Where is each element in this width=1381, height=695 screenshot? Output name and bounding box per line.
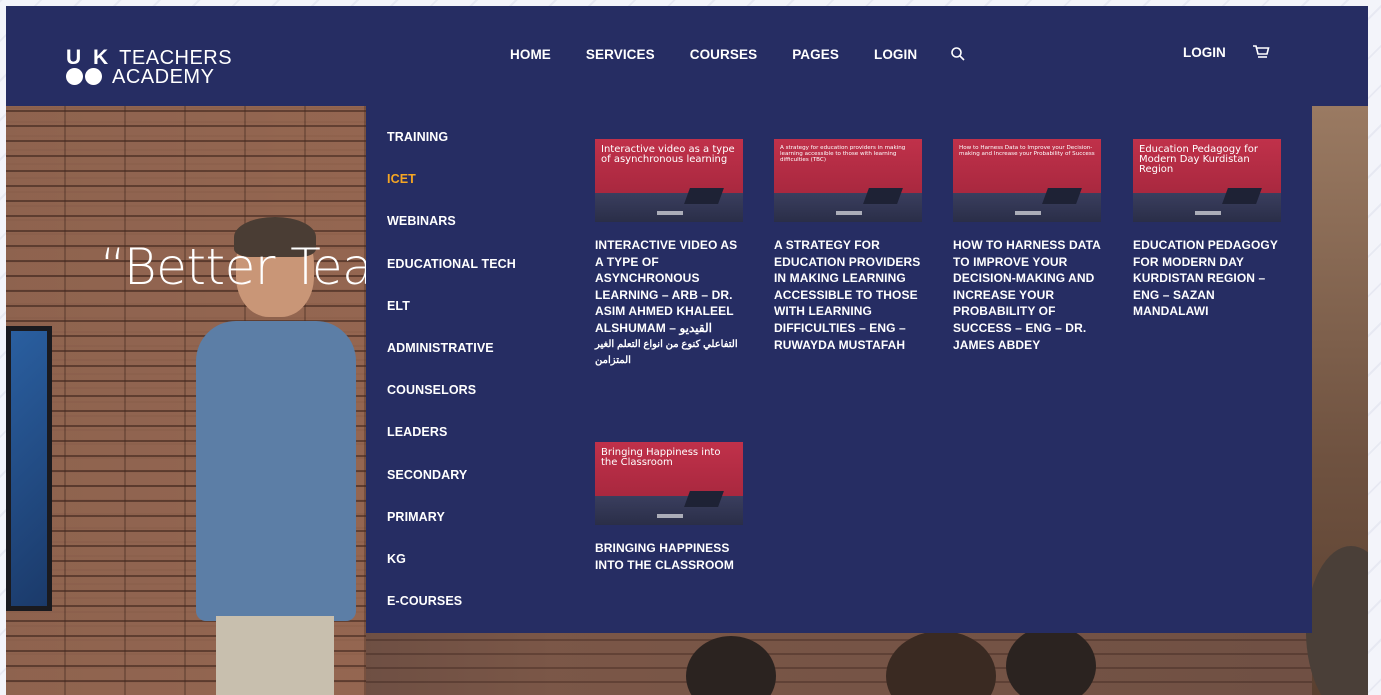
category-e-courses[interactable]: E-COURSES (387, 594, 516, 636)
course-title-link[interactable]: BRINGING HAPPINESS INTO THE CLASSROOM (595, 540, 743, 573)
hero-tv-screen (6, 326, 52, 611)
logo-dots-icon (66, 68, 104, 85)
course-title-text: INTERACTIVE VIDEO AS A TYPE OF ASYNCHRON… (595, 238, 738, 335)
category-elt[interactable]: ELT (387, 299, 516, 341)
course-card[interactable]: How to Harness Data to Improve your Deci… (953, 139, 1101, 353)
main-nav: HOME SERVICES COURSES PAGES LOGIN (510, 46, 966, 62)
course-thumbnail[interactable]: A strategy for education providers in ma… (774, 139, 922, 222)
category-primary[interactable]: PRIMARY (387, 510, 516, 552)
course-thumbnail[interactable]: Interactive video as a type of asynchron… (595, 139, 743, 222)
course-thumbnail[interactable]: How to Harness Data to Improve your Deci… (953, 139, 1101, 222)
logo-academy-text: ACADEMY (112, 65, 215, 88)
category-educational-tech[interactable]: EDUCATIONAL TECH (387, 257, 516, 299)
nav-home[interactable]: HOME (510, 47, 551, 62)
nav-courses[interactable]: COURSES (690, 47, 757, 62)
category-counselors[interactable]: COUNSELORS (387, 383, 516, 425)
category-kg[interactable]: KG (387, 552, 516, 594)
nav-pages[interactable]: PAGES (792, 47, 839, 62)
header-actions: LOGIN (1183, 44, 1270, 60)
course-card[interactable]: Interactive video as a type of asynchron… (595, 139, 743, 369)
courses-mega-menu: TRAINING ICET WEBINARS EDUCATIONAL TECH … (366, 106, 1312, 633)
cart-icon[interactable] (1252, 44, 1270, 60)
course-thumbnail-text: Bringing Happiness into the Classroom (601, 447, 721, 468)
search-icon[interactable] (950, 46, 966, 62)
category-leaders[interactable]: LEADERS (387, 425, 516, 467)
category-secondary[interactable]: SECONDARY (387, 468, 516, 510)
category-administrative[interactable]: ADMINISTRATIVE (387, 341, 516, 383)
logo-uk-text: U K (66, 45, 112, 69)
site-logo[interactable]: U K TEACHERS ACADEMY (66, 45, 233, 88)
course-thumbnail-text: Education Pedagogy for Modern Day Kurdis… (1139, 144, 1258, 175)
category-list: TRAINING ICET WEBINARS EDUCATIONAL TECH … (387, 130, 516, 636)
course-thumbnail[interactable]: Bringing Happiness into the Classroom (595, 442, 743, 525)
category-training[interactable]: TRAINING (387, 130, 516, 172)
site: “Better Tea U K TEACHERS ACADEMY HOME SE… (6, 6, 1368, 695)
course-title-link[interactable]: EDUCATION PEDAGOGY FOR MODERN DAY KURDIS… (1133, 237, 1281, 320)
site-header: U K TEACHERS ACADEMY HOME SERVICES COURS… (6, 6, 1368, 106)
course-thumbnail[interactable]: Education Pedagogy for Modern Day Kurdis… (1133, 139, 1281, 222)
course-thumbnail-text: How to Harness Data to Improve your Deci… (959, 145, 1095, 157)
course-title-link[interactable]: A STRATEGY FOR EDUCATION PROVIDERS IN MA… (774, 237, 922, 353)
hero-headline: “Better Tea (100, 238, 373, 296)
course-thumbnail-text: Interactive video as a type of asynchron… (601, 144, 735, 165)
nav-services[interactable]: SERVICES (586, 47, 655, 62)
category-webinars[interactable]: WEBINARS (387, 214, 516, 256)
audience-head (886, 631, 996, 695)
course-title-link[interactable]: HOW TO HARNESS DATA TO IMPROVE YOUR DECI… (953, 237, 1101, 353)
course-card[interactable]: Education Pedagogy for Modern Day Kurdis… (1133, 139, 1281, 320)
header-login-link[interactable]: LOGIN (1183, 45, 1226, 60)
course-title-arabic: التفاعلي كنوع من انواع التعلم الغير المت… (595, 338, 738, 366)
audience-head (1006, 626, 1096, 695)
course-card[interactable]: A strategy for education providers in ma… (774, 139, 922, 353)
course-title-link[interactable]: INTERACTIVE VIDEO AS A TYPE OF ASYNCHRON… (595, 237, 743, 369)
nav-login[interactable]: LOGIN (874, 47, 917, 62)
course-thumbnail-text: A strategy for education providers in ma… (780, 145, 906, 163)
course-card[interactable]: Bringing Happiness into the Classroom BR… (595, 442, 743, 573)
category-icet[interactable]: ICET (387, 172, 516, 214)
audience-head (686, 636, 776, 695)
logo-teachers-text: TEACHERS (119, 46, 233, 69)
